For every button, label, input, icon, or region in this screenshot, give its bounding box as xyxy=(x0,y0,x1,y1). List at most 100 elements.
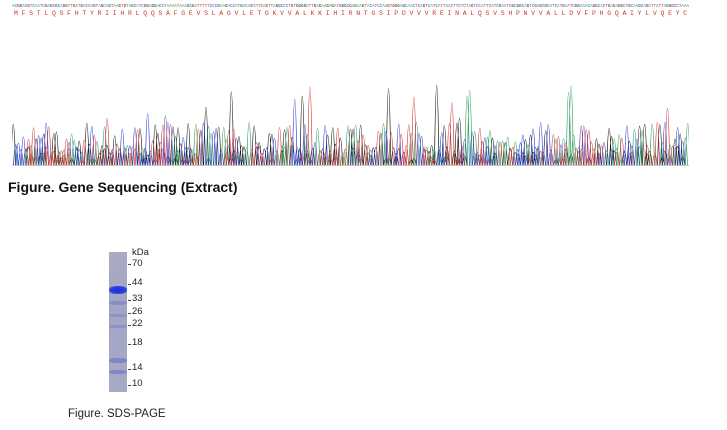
amino-acid-letter: I xyxy=(341,10,345,17)
amino-acid-letter: T xyxy=(257,10,261,17)
amino-acid-letter: A xyxy=(295,10,299,17)
amino-acid-letter: V xyxy=(493,10,497,17)
amino-acid-letter: G xyxy=(265,10,269,17)
ladder-tick xyxy=(128,344,131,345)
amino-acid-letter: L xyxy=(303,10,307,17)
amino-acid-letter: L xyxy=(242,10,246,17)
amino-acid-letter: L xyxy=(212,10,216,17)
amino-acid-letter: S xyxy=(60,10,64,17)
ladder-tick xyxy=(128,300,131,301)
amino-acid-letter: K xyxy=(273,10,277,17)
amino-acid-letter: V xyxy=(531,10,535,17)
amino-acid-letter: Y xyxy=(676,10,680,17)
chromatogram-plot: ACGGACGTCAATCGAGCGCAGGTTGATGACCAGTAGCAGT… xyxy=(12,5,689,166)
amino-acid-letter: Q xyxy=(151,10,155,17)
ladder-tick xyxy=(128,385,131,386)
amino-acid-letter: L xyxy=(44,10,48,17)
ladder-tick xyxy=(128,313,131,314)
amino-acid-letter: I xyxy=(630,10,634,17)
amino-acid-letter: V xyxy=(425,10,429,17)
amino-acid-letter: S xyxy=(501,10,505,17)
ladder-tick xyxy=(128,325,131,326)
marker-label-33: 33 xyxy=(132,293,143,304)
amino-acid-letter: D xyxy=(402,10,406,17)
marker-label-22: 22 xyxy=(132,318,143,329)
faint-band xyxy=(109,370,127,374)
amino-acid-letter: Q xyxy=(660,10,664,17)
amino-acid-letter: A xyxy=(463,10,467,17)
amino-acid-letter: Q xyxy=(143,10,147,17)
amino-acid-letter: D xyxy=(569,10,573,17)
marker-label-18: 18 xyxy=(132,337,143,348)
marker-label-26: 26 xyxy=(132,306,143,317)
amino-acid-letter: T xyxy=(82,10,86,17)
base-call-letter: A xyxy=(686,5,689,9)
amino-acid-letter: G xyxy=(227,10,231,17)
amino-acid-letter: E xyxy=(250,10,254,17)
sequencing-chromatogram: ACGGACGTCAATCGAGCGCAGGTTGATGACCAGTAGCAGT… xyxy=(12,2,689,166)
amino-acid-letter: L xyxy=(645,10,649,17)
amino-acid-letter: E xyxy=(189,10,193,17)
amino-acid-letter: V xyxy=(577,10,581,17)
amino-acid-letter: Q xyxy=(478,10,482,17)
amino-acid-letter: V xyxy=(653,10,657,17)
amino-acid-letter: I xyxy=(113,10,117,17)
amino-acid-letter: V xyxy=(417,10,421,17)
amino-acid-letter: P xyxy=(516,10,520,17)
faint-band xyxy=(109,301,127,305)
marker-label-10: 10 xyxy=(132,378,143,389)
amino-acid-letter: K xyxy=(311,10,315,17)
faint-band xyxy=(109,314,127,317)
amino-acid-letter: N xyxy=(356,10,360,17)
amino-acid-letter: R xyxy=(128,10,132,17)
amino-acid-letter: L xyxy=(554,10,558,17)
sds-page-caption: Figure. SDS-PAGE xyxy=(68,408,166,420)
ladder-tick xyxy=(128,264,131,265)
ladder-tick xyxy=(128,284,131,285)
amino-acid-letter: G xyxy=(181,10,185,17)
amino-acid-letter: S xyxy=(204,10,208,17)
amino-acid-letter: C xyxy=(683,10,687,17)
amino-acid-letter: R xyxy=(98,10,102,17)
amino-acid-letter: Y xyxy=(638,10,642,17)
amino-acid-letter: K xyxy=(318,10,322,17)
amino-acid-letter: N xyxy=(524,10,528,17)
kda-unit-label: kDa xyxy=(132,247,149,258)
amino-acid-letter: V xyxy=(196,10,200,17)
amino-acid-letter: E xyxy=(440,10,444,17)
amino-acid-letter: F xyxy=(174,10,178,17)
marker-label-44: 44 xyxy=(132,277,143,288)
amino-acid-letter: L xyxy=(562,10,566,17)
amino-acid-letter: S xyxy=(486,10,490,17)
amino-acid-letter: M xyxy=(14,10,18,17)
trace-peaks xyxy=(12,85,689,166)
marker-label-70: 70 xyxy=(132,258,143,269)
sds-page-gel: kDa 70 44 33 26 22 18 14 10 xyxy=(105,246,165,396)
ladder-tick xyxy=(128,369,131,370)
amino-acid-letter: R xyxy=(349,10,353,17)
amino-acid-letter: I xyxy=(105,10,109,17)
amino-acid-letter: F xyxy=(584,10,588,17)
amino-acid-letter: G xyxy=(371,10,375,17)
trace-channel-g xyxy=(12,85,686,166)
faint-band xyxy=(109,358,127,363)
amino-acid-letter: S xyxy=(379,10,383,17)
amino-acid-row: MFSTLQSFHTYRIIHRLQQSAFGEVSLAGVLETGKVVALK… xyxy=(14,10,687,17)
amino-acid-letter: A xyxy=(546,10,550,17)
amino-acid-letter: R xyxy=(432,10,436,17)
main-protein-band xyxy=(109,286,127,294)
gel-lane xyxy=(109,252,127,392)
amino-acid-letter: A xyxy=(219,10,223,17)
amino-acid-letter: H xyxy=(600,10,604,17)
amino-acid-letter: I xyxy=(447,10,451,17)
amino-acid-letter: V xyxy=(280,10,284,17)
faint-band xyxy=(109,325,127,328)
amino-acid-letter: I xyxy=(326,10,330,17)
amino-acid-letter: V xyxy=(539,10,543,17)
amino-acid-letter: H xyxy=(120,10,124,17)
amino-acid-letter: H xyxy=(75,10,79,17)
gene-sequencing-caption: Figure. Gene Sequencing (Extract) xyxy=(8,179,238,195)
amino-acid-letter: Q xyxy=(52,10,56,17)
amino-acid-letter: L xyxy=(136,10,140,17)
amino-acid-letter: P xyxy=(592,10,596,17)
